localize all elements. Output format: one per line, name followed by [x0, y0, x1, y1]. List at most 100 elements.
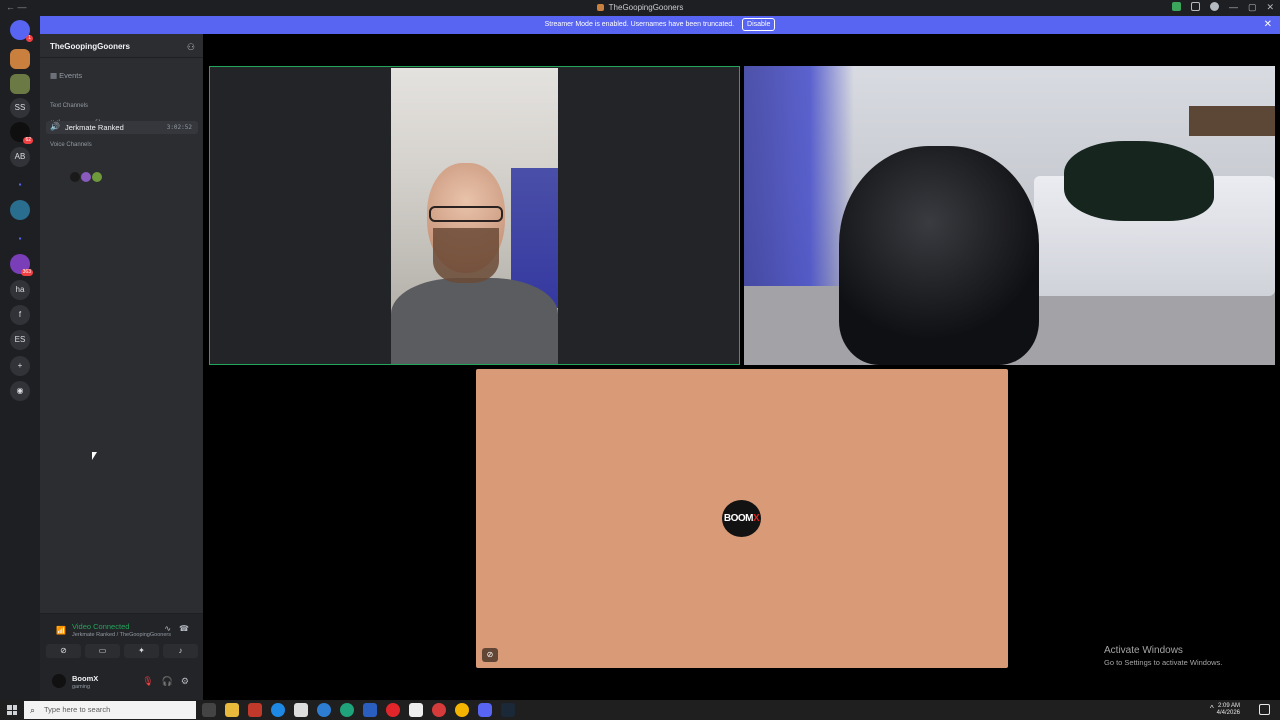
mic-muted-icon[interactable]: 🎙 — [142, 676, 153, 687]
activities-button[interactable]: ✦ — [124, 644, 159, 658]
video-tile-avatar[interactable]: BOOMX ⊘ — [476, 369, 1008, 668]
soundboard-button[interactable]: ♪ — [163, 644, 198, 658]
discord-home-icon[interactable]: 1 — [10, 20, 33, 42]
shelf-shape — [1189, 106, 1275, 136]
logo-text: BOOM — [723, 513, 754, 524]
maximize-icon[interactable]: ▢ — [1248, 2, 1257, 13]
invite-people-icon[interactable]: ⚇ — [187, 42, 195, 53]
window-controls: — ▢ ✕ — [1171, 2, 1274, 13]
server-rail: 1 SS 62 AB ▪ ▪ 363 ha f ES + ◉ — [0, 16, 40, 700]
inbox-icon[interactable] — [1190, 2, 1200, 11]
divider — [40, 57, 203, 58]
disable-streamer-mode-button[interactable]: Disable — [742, 18, 776, 31]
banner-text: Streamer Mode is enabled. Usernames have… — [544, 21, 735, 28]
discover-icon[interactable]: ◉ — [10, 381, 30, 401]
muted-icon: ⊘ — [482, 648, 498, 662]
avatar[interactable] — [70, 172, 80, 182]
server-icon[interactable] — [10, 74, 30, 94]
edge-icon[interactable] — [317, 703, 331, 717]
server-icon[interactable]: 363 — [10, 254, 33, 276]
avatar[interactable] — [92, 172, 102, 182]
voice-channel-label: Jerkmate Ranked — [65, 123, 124, 132]
server-badge: 62 — [23, 137, 33, 144]
avatar[interactable] — [81, 172, 91, 182]
video-tile-speaking[interactable] — [209, 66, 740, 365]
server-badge: 363 — [20, 269, 33, 276]
taskbar-clock[interactable]: 2:09 AM 4/4/2026 — [1217, 703, 1240, 717]
mouse-cursor-icon — [92, 452, 97, 460]
folder-icon[interactable]: ▪ — [10, 229, 30, 249]
signal-icon[interactable]: 📶 — [56, 626, 66, 635]
server-icon[interactable] — [10, 49, 30, 69]
app-icon[interactable] — [271, 703, 285, 717]
folder-icon[interactable]: ▪ — [10, 175, 30, 195]
server-icon-ab[interactable]: AB — [10, 147, 30, 167]
video-tile-room[interactable] — [744, 66, 1275, 365]
tray-chevron-icon[interactable]: ^ — [1210, 704, 1214, 713]
server-icon[interactable] — [10, 200, 30, 220]
app-icon[interactable] — [340, 703, 354, 717]
gear-icon[interactable]: ⚙ — [181, 676, 189, 687]
camera-off-button[interactable]: ⊘ — [46, 644, 81, 658]
user-panel: BoomX gaming 🎙 🎧 ⚙ — [40, 665, 203, 700]
notification-icon[interactable] — [1259, 704, 1270, 715]
screen-share-button[interactable]: ▭ — [85, 644, 120, 658]
webcam-feed — [391, 68, 558, 364]
server-icon-ha[interactable]: ha — [10, 280, 30, 300]
category-voice-channels[interactable]: Voice Channels — [50, 142, 92, 148]
windows-start-icon[interactable] — [7, 705, 17, 715]
app-icon[interactable] — [432, 703, 446, 717]
server-icon-es[interactable]: ES — [10, 330, 30, 350]
user-name[interactable]: BoomX — [72, 674, 98, 683]
app-icon[interactable] — [248, 703, 262, 717]
blue-light — [744, 66, 854, 306]
app-icon[interactable] — [294, 703, 308, 717]
home-badge: 1 — [26, 35, 33, 42]
banner-close-icon[interactable]: ✕ — [1264, 16, 1272, 34]
calendar-icon: ▦ — [50, 71, 60, 80]
opera-icon[interactable] — [386, 703, 400, 717]
server-icon-ss[interactable]: SS — [10, 98, 30, 118]
windows-taskbar: ⌕ Type here to search ^ 2:09 AM 4/4/2026 — [0, 700, 1280, 720]
headphones-icon[interactable]: 🎧 — [162, 676, 173, 687]
window-titlebar: ← — TheGoopingGooners — ▢ ✕ — [0, 0, 1280, 16]
file-explorer-icon[interactable] — [225, 703, 239, 717]
help-icon[interactable] — [1209, 2, 1219, 11]
user-status: gaming — [72, 684, 91, 690]
server-icon-f[interactable]: f — [10, 305, 30, 325]
user-controls: 🎙 🎧 ⚙ — [142, 676, 189, 687]
chrome-icon[interactable] — [455, 703, 469, 717]
taskbar-apps — [202, 703, 515, 717]
app-icon[interactable] — [363, 703, 377, 717]
events-item[interactable]: ▦ Events — [50, 71, 82, 80]
category-text-channels[interactable]: Text Channels — [50, 103, 88, 109]
voice-timer: 3:02:52 — [166, 124, 192, 131]
steam-icon[interactable] — [501, 703, 515, 717]
app-icon[interactable] — [409, 703, 423, 717]
streamer-mode-banner: Streamer Mode is enabled. Usernames have… — [40, 16, 1280, 34]
server-favicon-icon — [596, 4, 604, 11]
taskbar-search[interactable]: ⌕ Type here to search — [24, 701, 196, 719]
close-window-icon[interactable]: ✕ — [1266, 2, 1274, 13]
search-placeholder: Type here to search — [44, 705, 111, 714]
noise-suppression-icon[interactable]: ∿ — [164, 624, 171, 633]
minimize-icon[interactable]: — — [1229, 2, 1238, 13]
voice-location[interactable]: Jerkmate Ranked / TheGoopingGooners — [72, 632, 171, 638]
voice-status: Video Connected — [72, 622, 130, 631]
add-server-icon[interactable]: + — [10, 356, 30, 376]
server-icon[interactable]: 62 — [10, 122, 33, 144]
disconnect-icon[interactable]: ☎ — [179, 624, 189, 633]
discord-taskbar-icon[interactable] — [478, 703, 492, 717]
chair-shape — [839, 146, 1039, 365]
search-icon: ⌕ — [30, 705, 36, 715]
leaf-icon[interactable] — [1171, 2, 1181, 11]
glasses-shape — [429, 206, 503, 222]
voice-channel-jerkmate-ranked[interactable]: 🔊 Jerkmate Ranked 3:02:52 — [46, 121, 198, 134]
clock-time: 2:09 AM — [1217, 703, 1240, 709]
guild-name[interactable]: TheGoopingGooners — [50, 42, 130, 51]
task-view-icon[interactable] — [202, 703, 216, 717]
user-avatar[interactable] — [52, 674, 66, 688]
voice-participants — [70, 172, 102, 182]
clothes-shape — [1064, 141, 1214, 221]
activate-windows-watermark: Activate Windows Go to Settings to activ… — [1104, 645, 1222, 667]
